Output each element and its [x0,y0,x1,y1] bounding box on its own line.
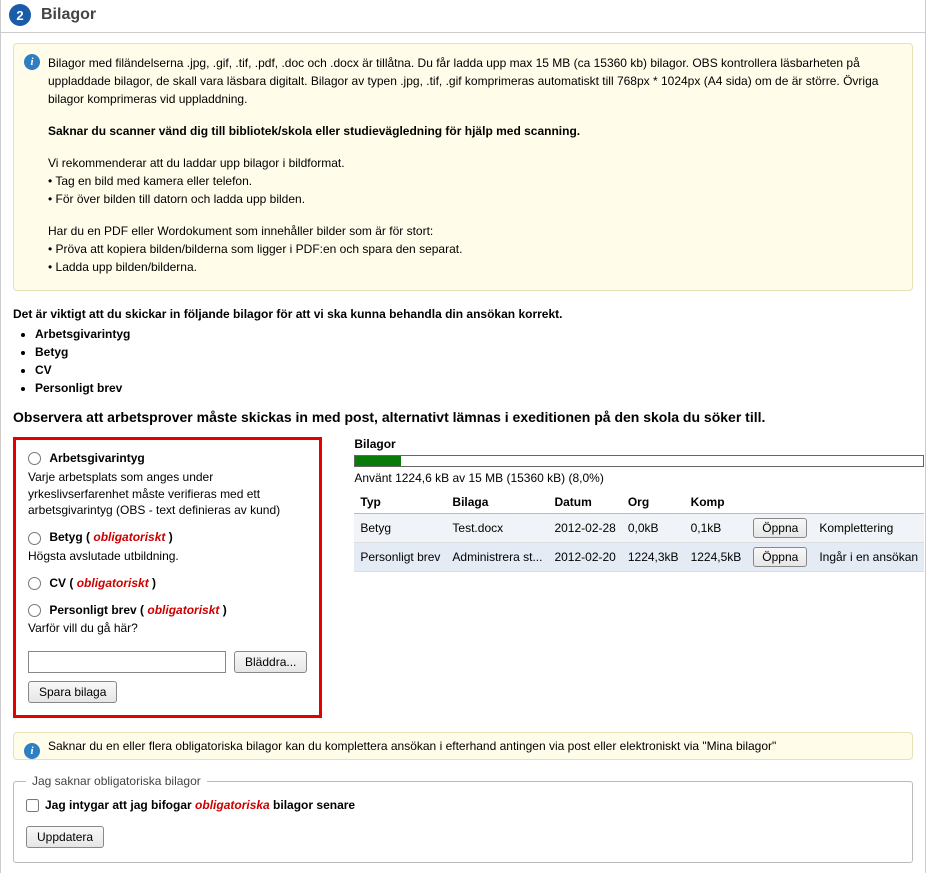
fieldset-legend: Jag saknar obligatoriska bilagor [26,774,207,788]
upload-option: Personligt brev ( obligatoriskt ) Varför… [28,602,307,638]
usage-progressbar [354,455,924,467]
cell-status: Ingår i en ansökan [813,543,924,572]
step-number-badge: 2 [9,4,31,26]
confirm-later-label: Jag intygar att jag bifogar obligatorisk… [45,798,355,812]
info-recommend: Vi rekommenderar att du laddar upp bilag… [48,154,900,208]
cell-bilaga: Test.docx [446,514,548,543]
complement-info-text: Saknar du en eller flera obligatoriska b… [48,739,776,753]
cell-org: 1224,3kB [622,543,685,572]
table-title: Bilagor [354,437,924,451]
observe-note: Observera att arbetsprover måste skickas… [13,409,913,425]
col-org: Org [622,491,685,514]
save-attachment-button[interactable]: Spara bilaga [28,681,117,703]
cell-komp: 0,1kB [685,514,748,543]
file-path-input[interactable] [28,651,226,673]
option-title: Arbetsgivarintyg [49,451,144,465]
cell-bilaga: Administrera st... [446,543,548,572]
info-scanner-note: Saknar du scanner vänd dig till bibliote… [48,122,900,140]
cell-datum: 2012-02-28 [548,514,621,543]
option-title: Betyg [49,530,82,544]
col-komp: Komp [685,491,748,514]
cell-typ: Personligt brev [354,543,446,572]
required-item: Arbetsgivarintyg [35,325,913,343]
info-icon: i [24,743,40,759]
radio-cv[interactable] [28,577,41,590]
required-item: CV [35,361,913,379]
attachments-table: Typ Bilaga Datum Org Komp Betyg Test.d [354,491,924,572]
radio-betyg[interactable] [28,532,41,545]
section-title: Bilagor [41,6,96,24]
info-pdf-tip: Har du en PDF eller Wordokument som inne… [48,222,900,276]
upload-option: CV ( obligatoriskt ) [28,575,307,592]
info-paragraph: Bilagor med filändelserna .jpg, .gif, .t… [48,54,900,108]
col-typ: Typ [354,491,446,514]
upload-option: Betyg ( obligatoriskt ) Högsta avslutade… [28,529,307,565]
cell-org: 0,0kB [622,514,685,543]
open-button[interactable]: Öppna [753,518,807,538]
obligatory-label: obligatoriskt [93,530,165,544]
update-button[interactable]: Uppdatera [26,826,104,848]
open-button[interactable]: Öppna [753,547,807,567]
browse-button[interactable]: Bläddra... [234,651,307,673]
required-item: Personligt brev [35,379,913,397]
option-desc: Högsta avslutade utbildning. [28,548,307,565]
cell-datum: 2012-02-20 [548,543,621,572]
info-icon: i [24,54,40,70]
info-box: i Bilagor med filändelserna .jpg, .gif, … [13,43,913,291]
obligatory-label: obligatoriskt [77,576,149,590]
section-header: 2 Bilagor [1,0,925,33]
required-attachments: Det är viktigt att du skickar in följand… [13,305,913,397]
col-datum: Datum [548,491,621,514]
confirm-later-checkbox[interactable] [26,799,39,812]
missing-attachments-fieldset: Jag saknar obligatoriska bilagor Jag int… [13,774,913,863]
usage-text: Använt 1224,6 kB av 15 MB (15360 kB) (8,… [354,471,924,485]
option-desc: Varje arbetsplats som anges under yrkesl… [28,469,307,519]
complement-info-box: i Saknar du en eller flera obligatoriska… [13,732,913,760]
cell-typ: Betyg [354,514,446,543]
cell-status: Komplettering [813,514,924,543]
option-desc: Varför vill du gå här? [28,620,307,637]
option-title: CV [49,576,66,590]
required-item: Betyg [35,343,913,361]
table-row: Betyg Test.docx 2012-02-28 0,0kB 0,1kB Ö… [354,514,924,543]
radio-personligt-brev[interactable] [28,604,41,617]
cell-komp: 1224,5kB [685,543,748,572]
obligatory-label: obligatoriskt [147,603,219,617]
radio-arbetsgivarintyg[interactable] [28,452,41,465]
col-bilaga: Bilaga [446,491,548,514]
option-title: Personligt brev [49,603,136,617]
table-row: Personligt brev Administrera st... 2012-… [354,543,924,572]
required-intro: Det är viktigt att du skickar in följand… [13,307,562,321]
attachments-table-panel: Bilagor Använt 1224,6 kB av 15 MB (15360… [354,437,924,718]
upload-panel: Arbetsgivarintyg Varje arbetsplats som a… [13,437,322,718]
upload-option: Arbetsgivarintyg Varje arbetsplats som a… [28,450,307,519]
